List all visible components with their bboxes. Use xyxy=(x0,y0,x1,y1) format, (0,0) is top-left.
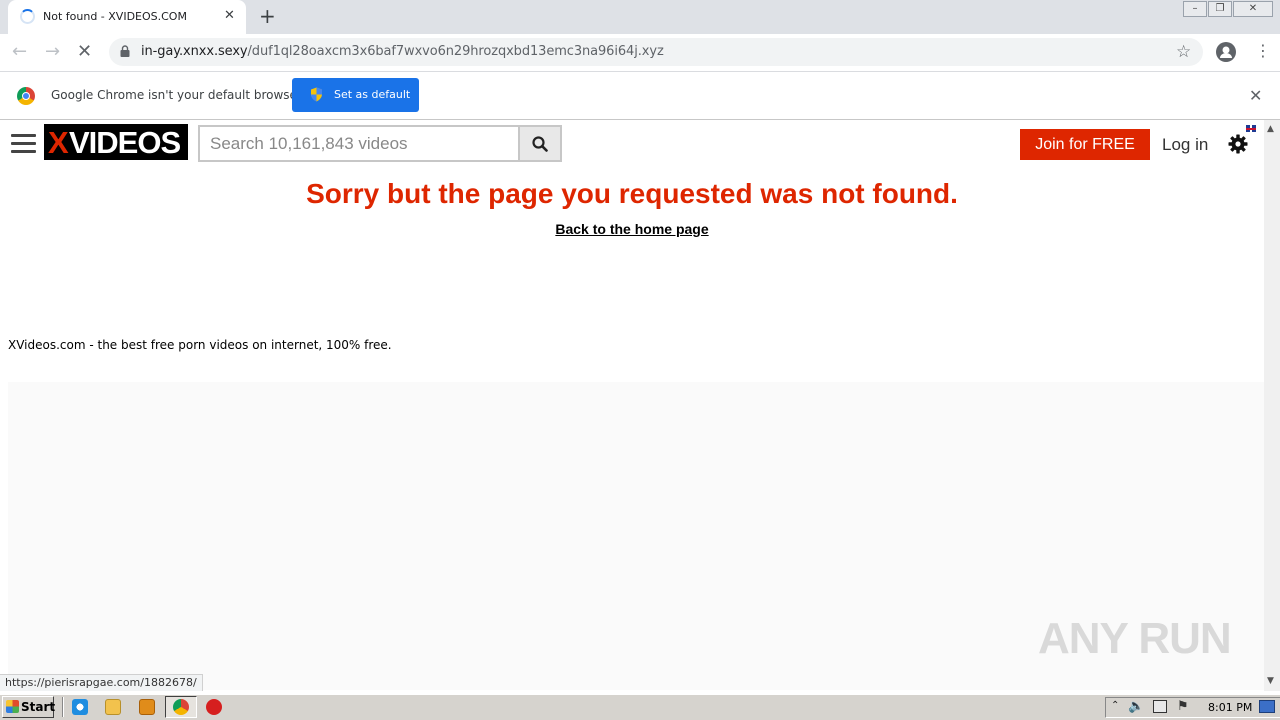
start-button[interactable]: Start xyxy=(2,696,56,718)
login-link[interactable]: Log in xyxy=(1162,135,1208,155)
home-link-row: Back to the home page xyxy=(0,221,1264,237)
tab-close-icon[interactable]: ✕ xyxy=(224,8,235,23)
windows-flag-icon xyxy=(6,700,19,713)
forward-icon[interactable]: → xyxy=(45,41,60,62)
anyrun-watermark: ANY RUN xyxy=(1038,614,1232,663)
url-text[interactable]: in-gay.xnxx.sexy/duf1ql28oaxcm3x6baf7wxv… xyxy=(141,44,664,59)
volume-icon[interactable]: 🔈 xyxy=(1128,699,1144,714)
infobar-message: Google Chrome isn't your default browser xyxy=(51,88,302,102)
minimize-button[interactable]: – xyxy=(1183,1,1207,17)
scroll-up-icon[interactable]: ▲ xyxy=(1267,124,1274,134)
tab-title: Not found - XVIDEOS.COM xyxy=(43,10,187,23)
logo-x: X xyxy=(48,125,69,160)
media-player-icon[interactable] xyxy=(139,699,155,715)
back-icon[interactable]: ← xyxy=(12,41,27,62)
scroll-down-icon[interactable]: ▼ xyxy=(1267,676,1274,686)
ie-icon[interactable] xyxy=(72,699,88,715)
lock-icon xyxy=(120,45,130,57)
start-label: Start xyxy=(21,700,56,714)
network-icon[interactable] xyxy=(1153,700,1167,713)
url-host: in-gay.xnxx.sexy xyxy=(141,44,248,59)
scrollbar[interactable] xyxy=(1264,120,1280,691)
loading-spinner-icon xyxy=(20,9,35,24)
infobar-close-icon[interactable]: ✕ xyxy=(1249,86,1262,105)
show-desktop-icon[interactable] xyxy=(1259,700,1275,713)
gear-icon[interactable] xyxy=(1228,134,1248,154)
search-input[interactable] xyxy=(210,133,510,155)
restore-button[interactable]: ❐ xyxy=(1208,1,1232,17)
search-button[interactable] xyxy=(518,125,562,162)
uk-flag-icon[interactable] xyxy=(1246,125,1256,132)
hamburger-icon[interactable] xyxy=(11,134,36,154)
clock[interactable]: 8:01 PM xyxy=(1208,701,1252,714)
profile-icon[interactable] xyxy=(1216,42,1236,62)
menu-dots-icon[interactable]: ⋮ xyxy=(1255,41,1271,60)
action-center-flag-icon[interactable]: ⚑ xyxy=(1177,699,1189,714)
stop-icon[interactable]: ✕ xyxy=(77,41,92,62)
logo-text: VIDEOS xyxy=(69,125,181,160)
error-title: Sorry but the page you requested was not… xyxy=(306,178,958,209)
status-url-bubble: https://pierisrapgae.com/1882678/ xyxy=(0,674,203,691)
set-as-default-button[interactable]: Set as default xyxy=(292,78,419,112)
new-tab-button[interactable]: + xyxy=(259,4,276,28)
chrome-logo-icon xyxy=(17,87,35,105)
back-to-home-link[interactable]: Back to the home page xyxy=(555,221,708,237)
site-logo[interactable]: X VIDEOS xyxy=(44,124,188,160)
site-tagline: XVideos.com - the best free porn videos … xyxy=(8,338,392,352)
star-icon[interactable]: ☆ xyxy=(1176,42,1191,62)
shield-icon xyxy=(311,87,322,102)
explorer-folder-icon[interactable] xyxy=(105,699,121,715)
window-close-button[interactable]: ✕ xyxy=(1233,1,1273,17)
taskbar-separator xyxy=(62,697,64,717)
opera-icon[interactable] xyxy=(206,699,222,715)
chrome-icon xyxy=(173,699,189,715)
search-icon xyxy=(532,136,548,152)
url-path: /duf1ql28oaxcm3x6baf7wxvo6n29hrozqxbd13e… xyxy=(247,44,664,59)
join-button[interactable]: Join for FREE xyxy=(1020,129,1150,160)
set-as-default-label: Set as default xyxy=(334,88,411,101)
tray-expand-icon[interactable]: ⌃ xyxy=(1111,700,1119,711)
